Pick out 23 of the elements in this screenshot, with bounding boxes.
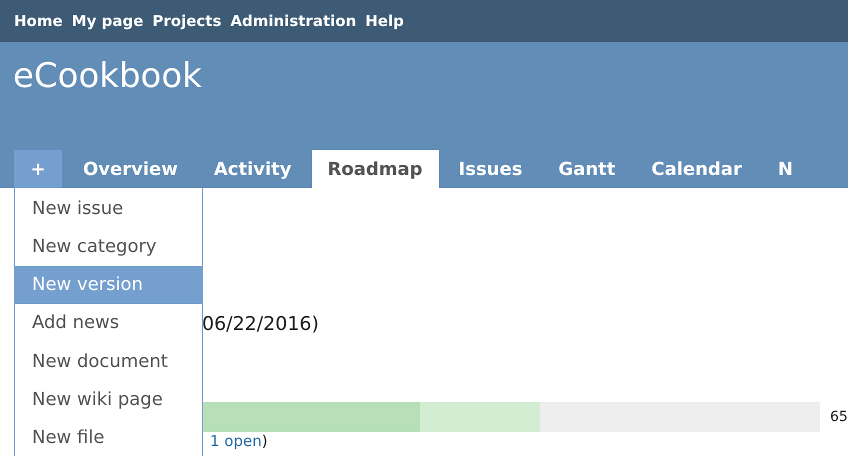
version-date: 06/22/2016)	[202, 313, 319, 335]
project-title: eCookbook	[13, 56, 202, 96]
nav-link[interactable]: Administration	[230, 10, 356, 32]
tab[interactable]: Activity	[198, 150, 308, 188]
tab[interactable]: Gantt	[542, 150, 632, 188]
nav-link[interactable]: My page	[72, 10, 144, 32]
open-issues-link[interactable]: 1 open	[210, 432, 262, 450]
menu-item[interactable]: New document	[15, 342, 202, 380]
nav-link[interactable]: Home	[14, 10, 63, 32]
menu-item[interactable]: New file	[15, 418, 202, 456]
tab[interactable]: Issues	[442, 150, 538, 188]
tab[interactable]: Overview	[67, 150, 194, 188]
tab[interactable]: Roadmap	[312, 150, 439, 188]
nav-link[interactable]: Projects	[152, 10, 222, 32]
menu-item[interactable]: Add news	[15, 304, 202, 342]
menu-item[interactable]: New issue	[15, 189, 202, 228]
tab[interactable]: N	[762, 150, 809, 188]
tab[interactable]: Calendar	[635, 150, 758, 188]
percent-label: 65	[830, 408, 848, 426]
menu-item[interactable]: New category	[15, 227, 202, 266]
parenthesis-text: )	[262, 432, 268, 450]
nav-link[interactable]: Help	[365, 10, 404, 32]
menu-item[interactable]: New wiki page	[15, 380, 202, 419]
